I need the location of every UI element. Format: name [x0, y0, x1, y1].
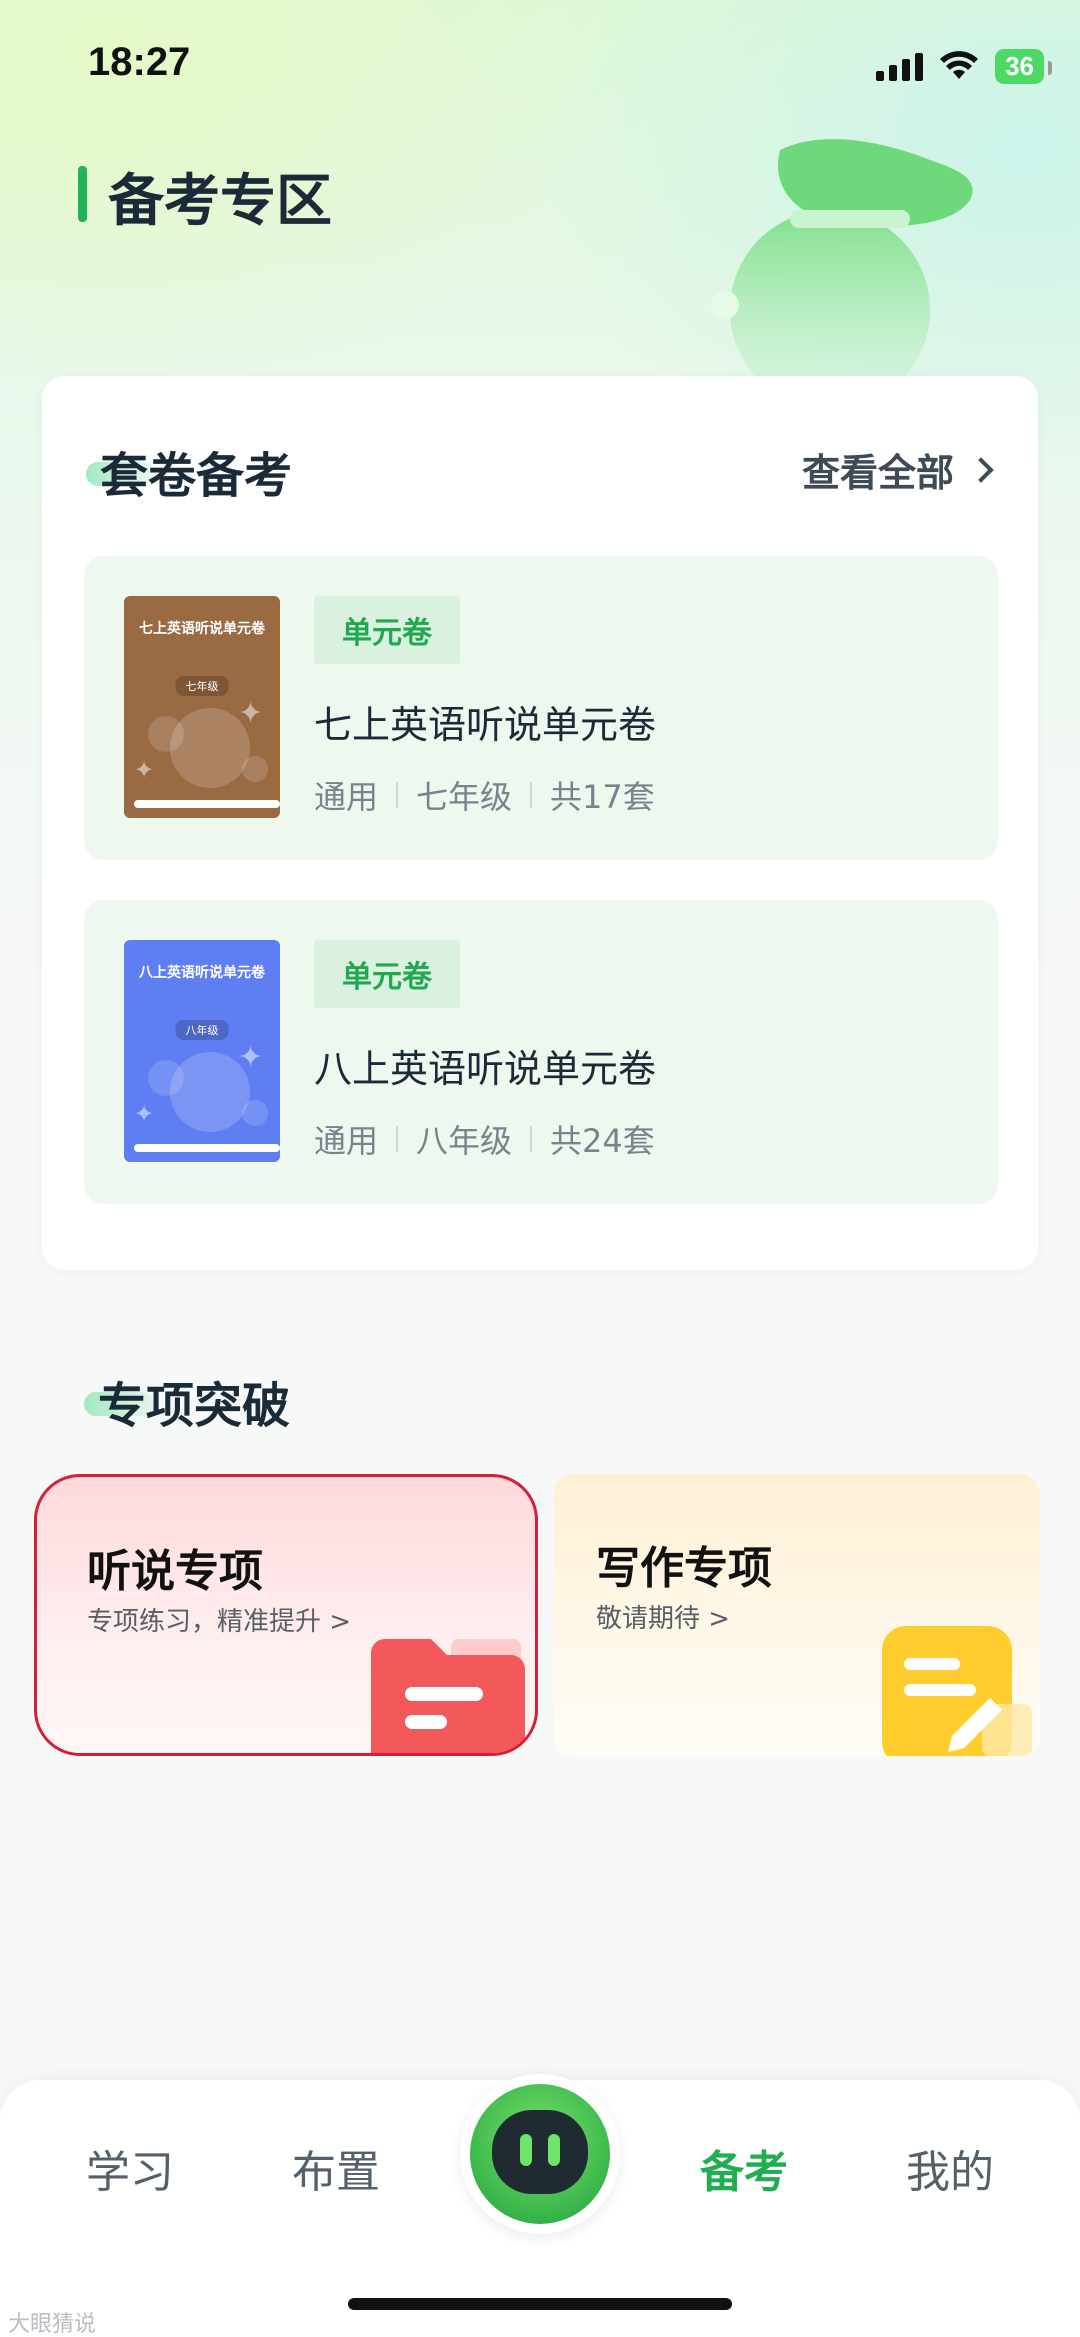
view-all-label: 查看全部	[801, 451, 954, 495]
card-title: 听说专项	[87, 1546, 263, 1597]
cellular-signal-icon	[876, 51, 924, 81]
paper-name: 七上英语听说单元卷	[314, 703, 657, 747]
assistant-button[interactable]	[460, 2074, 620, 2234]
sparkle-icon: ✦	[238, 1040, 264, 1075]
status-icons: 36	[876, 46, 1052, 86]
paper-item[interactable]: 七上英语听说单元卷 七年级 ✦ ✦ 单元卷 七上英语听说单元卷 通用 七年级 共…	[84, 556, 998, 860]
meta-grade: 八年级	[416, 1122, 513, 1160]
paper-meta: 通用 八年级 共24套	[314, 1116, 655, 1162]
cover-title: 八上英语听说单元卷	[139, 965, 265, 981]
exam-section-header: 套卷备考	[86, 436, 293, 506]
cover-grade: 八年级	[175, 1020, 229, 1040]
cover-grade: 七年级	[175, 676, 229, 696]
writing-card[interactable]: 写作专项 敬请期待 >	[554, 1474, 1040, 1756]
wifi-icon	[940, 51, 979, 79]
paper-tag: 单元卷	[314, 596, 460, 664]
special-section-title: 专项突破	[98, 1378, 291, 1434]
paper-tag: 单元卷	[314, 940, 460, 1008]
paper-item[interactable]: 八上英语听说单元卷 八年级 ✦ ✦ 单元卷 八上英语听说单元卷 通用 八年级 共…	[84, 900, 998, 1204]
folder-icon	[371, 1639, 525, 1753]
listening-speaking-card[interactable]: 听说专项 专项练习，精准提升 >	[34, 1474, 538, 1756]
cover-title: 七上英语听说单元卷	[139, 621, 265, 637]
meta-count: 共17套	[550, 778, 655, 816]
robot-assistant-icon	[470, 2084, 610, 2224]
battery-icon: 36	[995, 48, 1052, 84]
paper-meta: 通用 七年级 共17套	[314, 772, 655, 818]
battery-level: 36	[1005, 50, 1034, 81]
card-title: 写作专项	[596, 1543, 772, 1594]
nav-item-profile[interactable]: 我的	[906, 2136, 994, 2200]
page-title: 备考专区	[108, 169, 332, 234]
exam-section-title: 套卷备考	[100, 448, 293, 504]
meta-count: 共24套	[550, 1122, 655, 1160]
paper-cover: 七上英语听说单元卷 七年级 ✦ ✦	[124, 596, 280, 818]
status-time: 18:27	[88, 40, 191, 84]
meta-scope: 通用	[314, 1122, 379, 1160]
cover-bar	[134, 1144, 280, 1152]
special-section-header: 专项突破	[84, 1366, 291, 1436]
robot-face	[492, 2110, 588, 2194]
meta-grade: 七年级	[416, 778, 513, 816]
note-edit-icon	[882, 1626, 1032, 1756]
nav-item-exam-prep[interactable]: 备考	[700, 2136, 788, 2200]
paper-cover: 八上英语听说单元卷 八年级 ✦ ✦	[124, 940, 280, 1162]
title-accent-bar	[78, 166, 87, 222]
nav-item-assign[interactable]: 布置	[292, 2136, 380, 2200]
watermark: 大眼猜说	[8, 2312, 97, 2337]
sparkle-icon: ✦	[238, 696, 264, 731]
nav-item-study[interactable]: 学习	[86, 2136, 174, 2200]
chevron-right-icon	[968, 456, 994, 483]
sparkle-icon: ✦	[134, 756, 155, 784]
money-bag-illustration	[711, 139, 973, 390]
cover-bar	[134, 800, 280, 808]
paper-name: 八上英语听说单元卷	[314, 1047, 657, 1091]
sparkle-icon: ✦	[134, 1100, 155, 1128]
exam-prep-card: 套卷备考 查看全部 七上英语听说单元卷 七年级 ✦ ✦ 单元卷 七上英语听说单元…	[42, 376, 1038, 1270]
view-all-link[interactable]: 查看全部	[801, 442, 994, 497]
home-indicator[interactable]	[348, 2298, 732, 2310]
meta-scope: 通用	[314, 778, 379, 816]
card-subtitle: 敬请期待 >	[596, 1604, 731, 1634]
card-subtitle: 专项练习，精准提升 >	[87, 1607, 352, 1637]
